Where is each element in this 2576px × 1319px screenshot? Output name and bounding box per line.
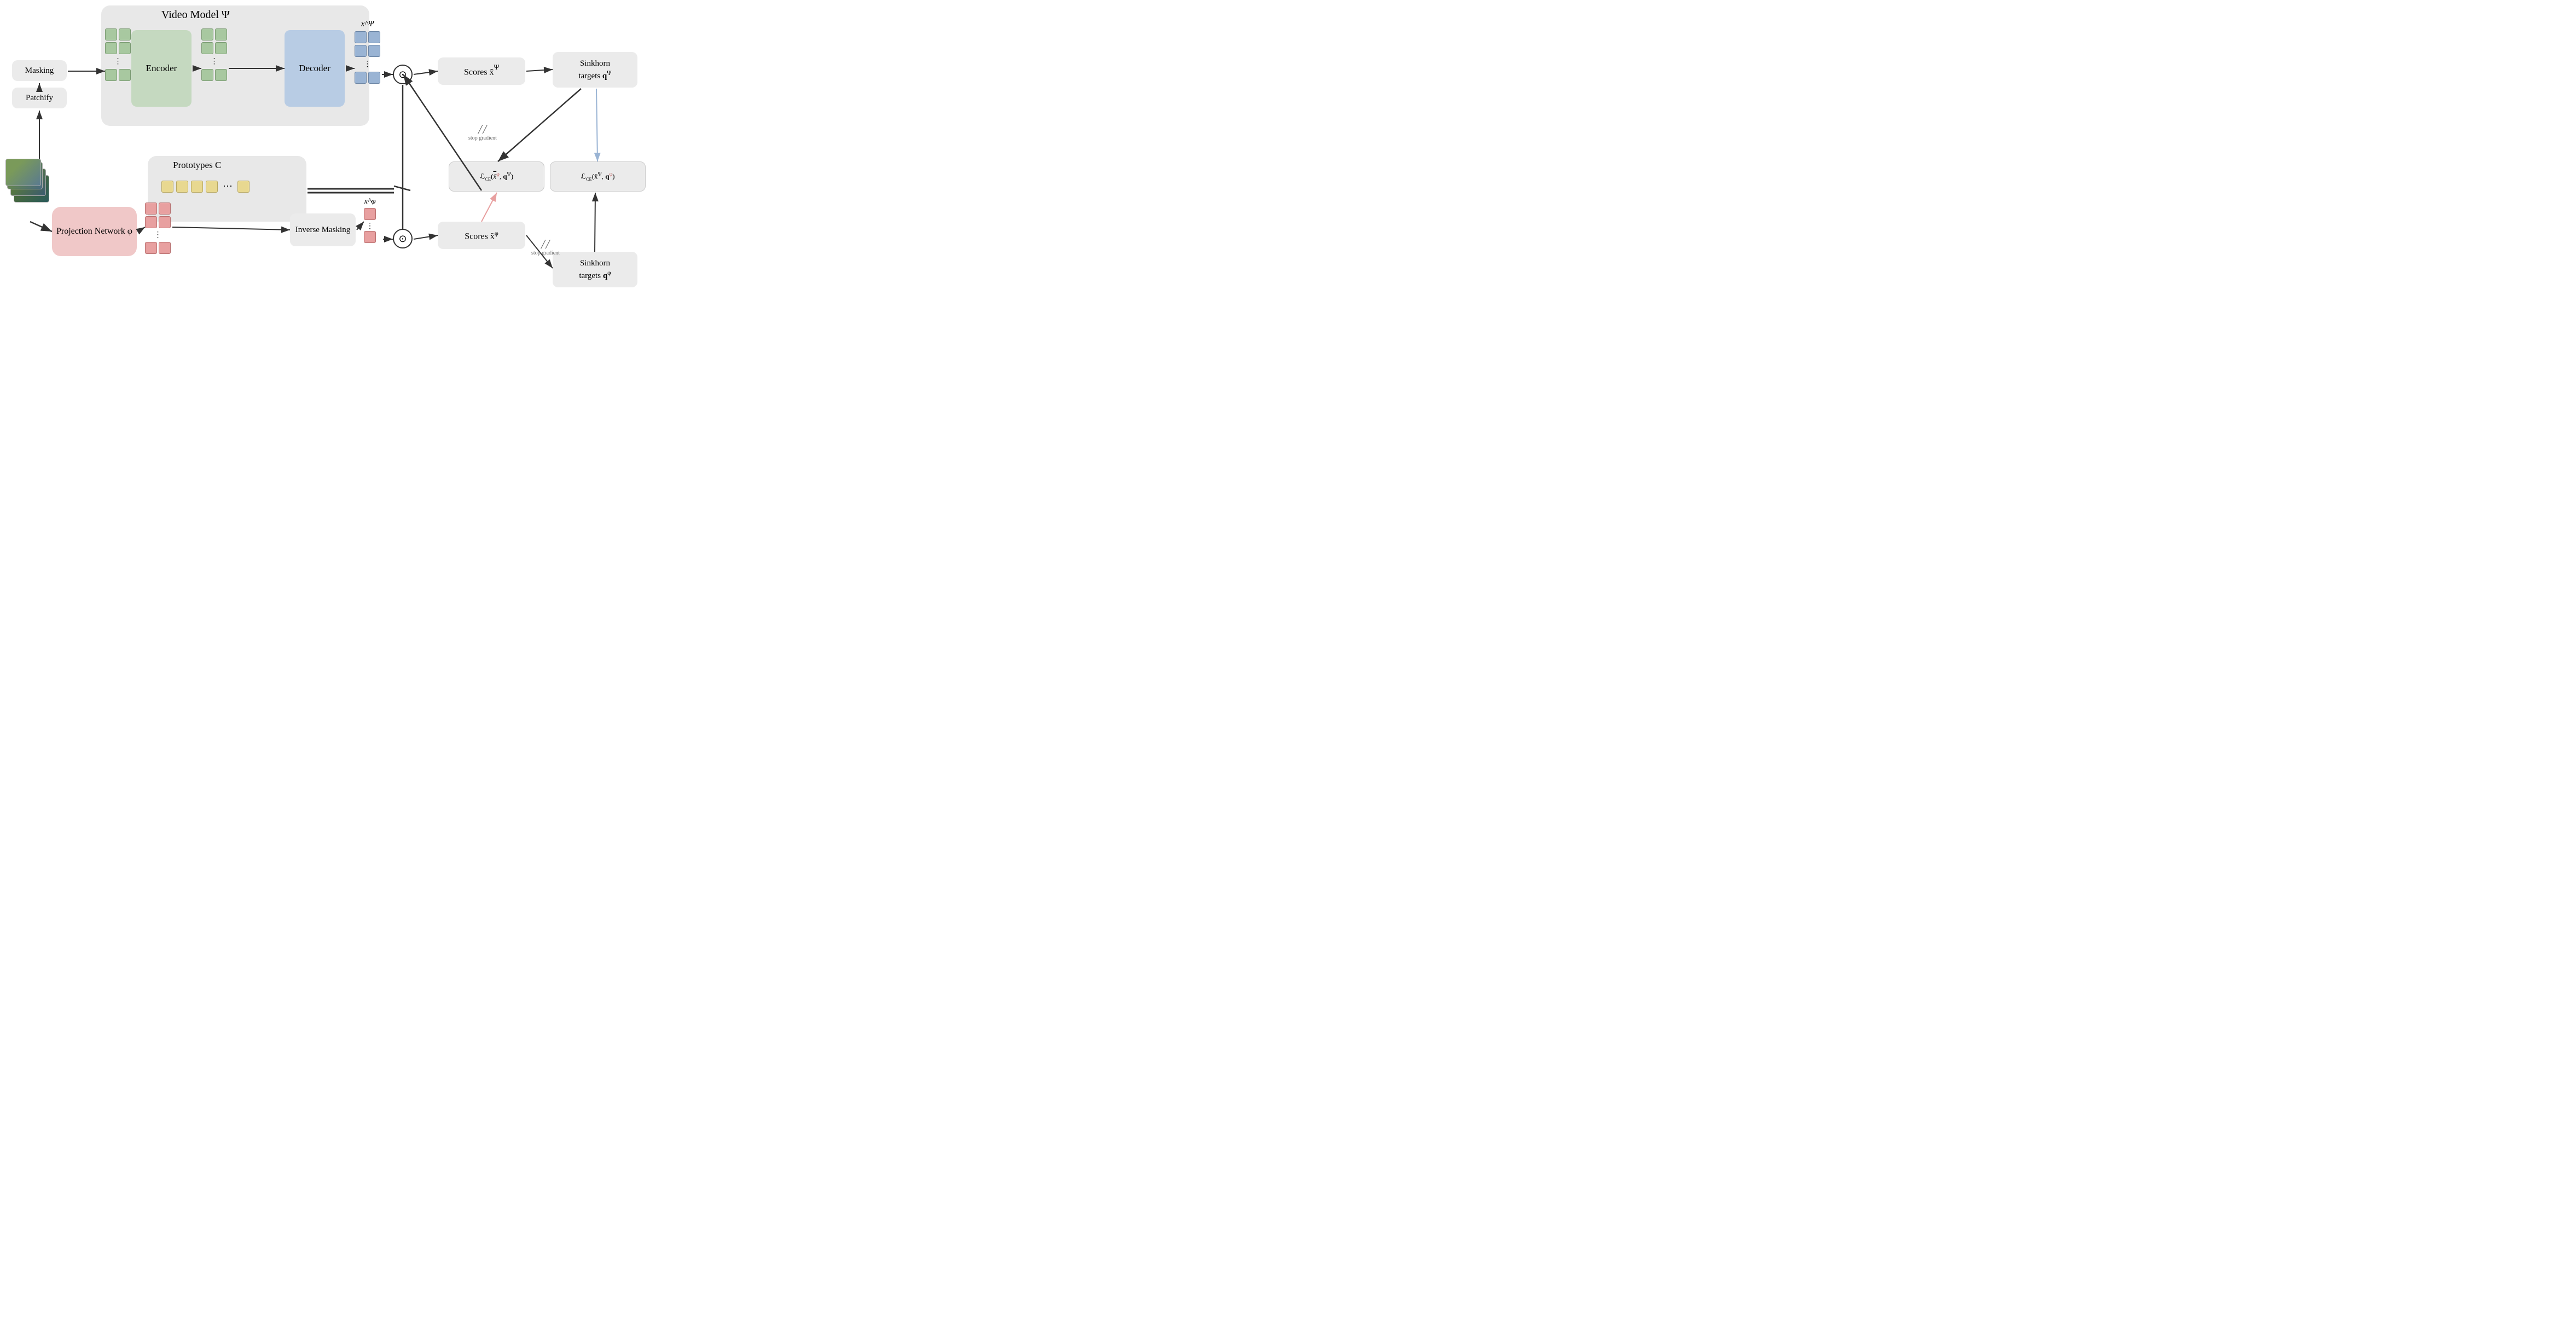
output-psi-cubes-group: x^Ψ ⋮ (355, 20, 380, 84)
cube-green-6 (119, 69, 131, 81)
cube-mid-5 (201, 69, 213, 81)
sinkhorn-phi-box: Sinkhorntargets qφ (553, 252, 637, 287)
sinkhorn-psi-box: Sinkhorntargets qΨ (553, 52, 637, 88)
patchify-box: Patchify (12, 88, 67, 108)
video-frames (5, 159, 49, 219)
cube-green-4 (119, 42, 131, 54)
cube-mid-3 (201, 42, 213, 54)
phi-pre-cubes: ⋮ (145, 203, 171, 254)
cube-blue-6 (368, 72, 380, 84)
mid-cubes-group: ⋮ (201, 28, 227, 81)
cube-green-1 (105, 28, 117, 41)
cube-mid-6 (215, 69, 227, 81)
video-model-label: Video Model Ψ (161, 9, 230, 21)
prototype-cubes: ⋯ (161, 181, 250, 193)
scores-phi-box: Scores x̃φ (438, 222, 525, 249)
masking-box: Masking (12, 60, 67, 81)
stop-gradient-bottom: ╱╱ stop gradient (524, 241, 567, 257)
stop-gradient-top: ╱╱ stop gradient (461, 126, 504, 142)
phi-output-cubes: x^φ ⋮ (364, 197, 376, 243)
cube-blue-5 (355, 72, 367, 84)
hadamard-bottom: ⊙ (393, 229, 413, 248)
cube-mid-4 (215, 42, 227, 54)
inverse-masking-box: Inverse Masking (290, 213, 356, 246)
encoder-box: Encoder (131, 30, 192, 107)
cube-blue-2 (368, 31, 380, 43)
cube-blue-3 (355, 45, 367, 57)
input-cubes-group: ⋮ (105, 28, 131, 81)
projection-network-box: Projection Network φ (52, 207, 137, 256)
cube-blue-4 (368, 45, 380, 57)
cube-blue-1 (355, 31, 367, 43)
loss-phi-box: ℒCE(x̃φ, qΨ) (449, 161, 544, 192)
cube-green-3 (105, 42, 117, 54)
diagram: Video Model Ψ Encoder Decoder Masking Pa… (0, 0, 644, 330)
hadamard-top: ⊙ (393, 65, 413, 84)
prototypes-label: Prototypes C (173, 160, 221, 171)
cube-mid-2 (215, 28, 227, 41)
cube-mid-1 (201, 28, 213, 41)
cube-green-5 (105, 69, 117, 81)
cube-green-2 (119, 28, 131, 41)
scores-psi-box: Scores x̃Ψ (438, 57, 525, 85)
decoder-box: Decoder (285, 30, 345, 107)
loss-psi-box: ℒCE(x̃Ψ, qφ) (550, 161, 646, 192)
